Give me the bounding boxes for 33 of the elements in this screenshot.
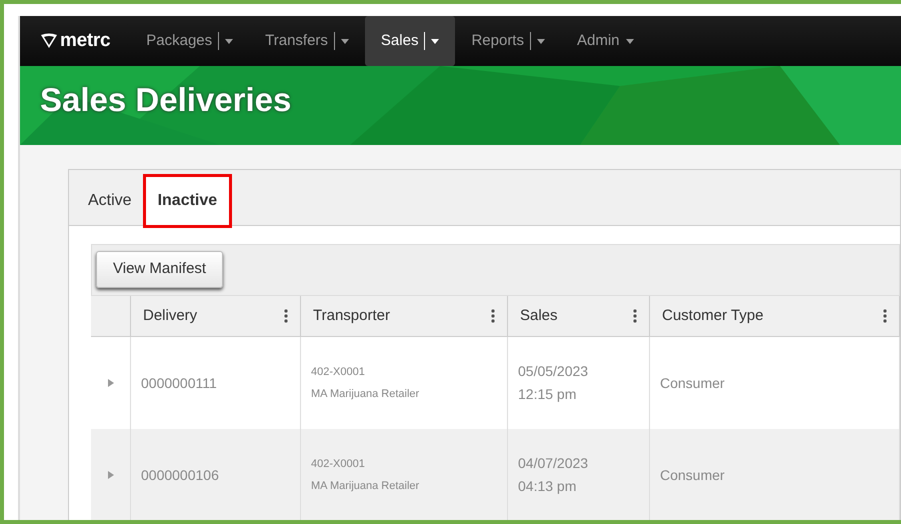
column-header[interactable]: Transporter (301, 296, 508, 337)
brand-name[interactable]: metrc (60, 26, 110, 56)
column-header[interactable]: Delivery (131, 296, 301, 337)
column-header[interactable]: Sales (508, 296, 650, 337)
nav-menu-item[interactable]: Packages (130, 16, 250, 66)
table-cell: 0000000106 (131, 429, 301, 520)
page-title: Sales Deliveries (39, 80, 292, 120)
nav-menu-item[interactable]: Reports (455, 16, 561, 66)
caret-icon (340, 38, 349, 44)
table-cell: 04/07/2023 04:13 pm (508, 429, 650, 520)
caret-icon (626, 38, 634, 44)
tab[interactable]: Inactive (144, 176, 230, 226)
column-title: Transporter (313, 306, 390, 326)
tab[interactable]: Active (75, 176, 145, 226)
caret-icon (536, 38, 545, 44)
expand-icon[interactable] (108, 379, 114, 387)
table-cell: Consumer (650, 429, 900, 520)
nav-menu-item[interactable]: Admin (560, 16, 650, 66)
column-title: Delivery (143, 306, 198, 326)
nav-menu-item[interactable]: Transfers (249, 16, 365, 66)
kebab-menu-icon[interactable] (883, 309, 887, 323)
column-header[interactable]: Customer Type (650, 296, 900, 337)
logo-icon (40, 33, 58, 49)
table-cell: 402-X0001 MA Marijuana Retailer (301, 429, 508, 520)
column-title: Customer Type (662, 306, 764, 326)
kebab-menu-icon[interactable] (284, 309, 288, 323)
caret-icon (431, 38, 440, 44)
view-manifest-button[interactable]: View Manifest (96, 251, 224, 288)
nav-menu-item[interactable]: Sales (364, 16, 456, 66)
caret-icon (225, 38, 234, 44)
kebab-menu-icon[interactable] (633, 309, 637, 323)
kebab-menu-icon[interactable] (491, 309, 495, 323)
column-title: Sales (520, 306, 558, 326)
